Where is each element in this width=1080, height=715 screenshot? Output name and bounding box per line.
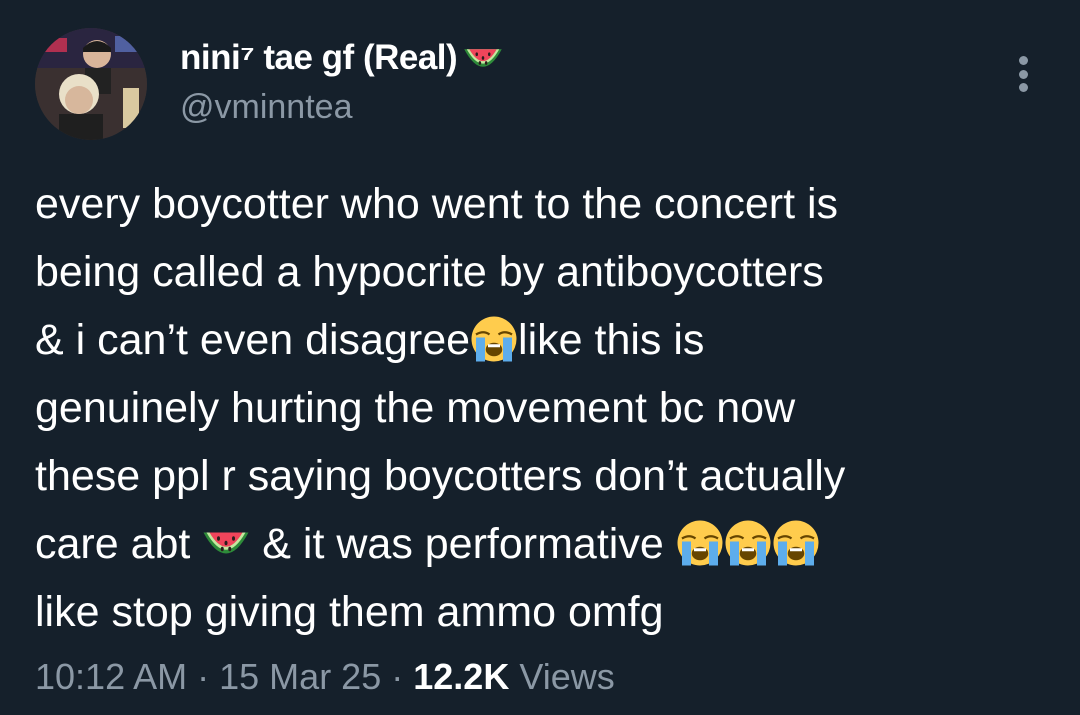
tweet-line: & i can’t even disagree like this is <box>35 315 705 364</box>
loudly-crying-face-icon <box>772 519 820 567</box>
more-options-button[interactable] <box>1008 52 1038 96</box>
avatar-image <box>35 28 147 140</box>
tweet-line: being called a hypocrite by antiboycotte… <box>35 248 824 296</box>
tweet-time[interactable]: 10:12 AM <box>35 656 187 697</box>
loudly-crying-face-icon <box>676 519 724 567</box>
avatar[interactable] <box>35 28 147 140</box>
tweet-line: genuinely hurting the movement bc now <box>35 384 796 432</box>
loudly-crying-face-icon <box>724 519 772 567</box>
tweet-line: care abt & it was performative <box>35 510 1055 578</box>
views-count[interactable]: 12.2K <box>413 656 509 697</box>
more-options-icon <box>1018 56 1028 65</box>
loudly-crying-face-icon <box>470 315 518 363</box>
author-handle[interactable]: @vminntea <box>180 88 352 127</box>
author-name-text: nini⁷ tae gf (Real) <box>180 38 458 77</box>
tweet-date[interactable]: 15 Mar 25 <box>219 656 381 697</box>
meta-separator: · <box>197 656 210 697</box>
tweet-text: every boycotter who went to the concert … <box>35 170 1055 646</box>
author-display-name[interactable]: nini⁷ tae gf (Real) <box>180 38 503 78</box>
tweet-meta: 10:12 AM · 15 Mar 25 · 12.2K Views <box>35 656 615 698</box>
tweet-line: every boycotter who went to the concert … <box>35 180 839 228</box>
watermelon-icon <box>463 38 503 78</box>
tweet-line: like stop giving them ammo omfg <box>35 588 664 636</box>
views-label: Views <box>519 656 615 697</box>
meta-separator: · <box>391 656 404 697</box>
tweet-line: these ppl r saying boycotters don’t actu… <box>35 452 846 500</box>
watermelon-icon <box>202 519 250 567</box>
